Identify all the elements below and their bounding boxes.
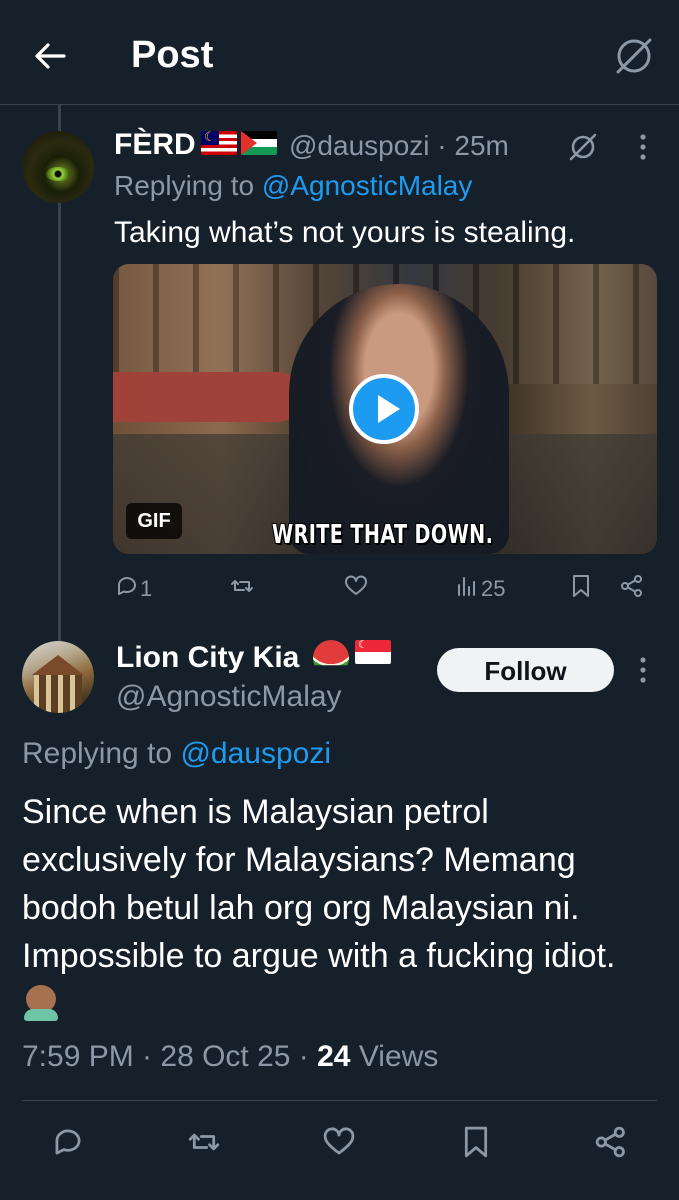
share-button[interactable]: [593, 1124, 629, 1166]
avatar[interactable]: [22, 641, 94, 713]
views-button[interactable]: 25: [455, 572, 505, 606]
mention-link[interactable]: @AgnosticMalay: [262, 170, 473, 201]
play-button-icon[interactable]: [349, 374, 419, 444]
post-time: 7:59 PM · 28 Oct 25 ·: [22, 1040, 318, 1073]
like-button[interactable]: [343, 572, 369, 606]
back-arrow-icon[interactable]: [30, 36, 70, 76]
display-name[interactable]: Lion City Kia: [116, 641, 299, 675]
reply-button[interactable]: 1: [114, 572, 152, 606]
singapore-flag-icon: [355, 638, 391, 664]
reply-icon: [114, 573, 140, 605]
malaysia-flag-icon: [201, 129, 237, 155]
replying-to: Replying to @AgnosticMalay: [114, 170, 473, 201]
share-button[interactable]: [619, 572, 645, 606]
repost-icon: [229, 573, 255, 605]
handle[interactable]: @AgnosticMalay: [116, 680, 342, 714]
display-name[interactable]: FÈRD: [114, 128, 196, 162]
share-icon: [619, 573, 645, 605]
more-options-icon[interactable]: [633, 655, 653, 685]
follow-button[interactable]: Follow: [437, 648, 614, 692]
bookmark-icon: [568, 573, 594, 605]
repost-button[interactable]: [186, 1124, 222, 1166]
share-icon: [593, 1124, 629, 1166]
heart-icon: [321, 1124, 357, 1166]
post-meta: 7:59 PM · 28 Oct 25 · 24 Views: [22, 1040, 438, 1074]
name-flag-emojis: [201, 128, 277, 156]
divider: [22, 1100, 657, 1101]
grok-icon[interactable]: [612, 34, 656, 78]
gif-badge: GIF: [126, 503, 182, 539]
page-title: Post: [131, 34, 214, 76]
avatar[interactable]: [22, 131, 94, 203]
name-emojis: [313, 638, 391, 666]
palestine-flag-icon: [241, 130, 277, 155]
tweet-text: Taking what’s not yours is stealing.: [114, 216, 576, 249]
more-options-icon[interactable]: [633, 132, 653, 162]
bookmark-button[interactable]: [568, 572, 594, 606]
replying-to: Replying to @dauspozi: [22, 737, 331, 770]
watermelon-icon: [313, 640, 349, 666]
repost-icon: [186, 1124, 222, 1166]
views-count: 25: [481, 576, 506, 601]
grok-icon[interactable]: [566, 130, 600, 164]
repost-button[interactable]: [229, 572, 255, 606]
reply-button[interactable]: [50, 1124, 86, 1166]
mention-link[interactable]: @dauspozi: [180, 737, 331, 770]
bookmark-button[interactable]: [458, 1124, 494, 1166]
views-count: 24: [317, 1040, 351, 1073]
like-button[interactable]: [321, 1124, 357, 1166]
tweet-text: Since when is Malaysian petrol exclusive…: [22, 788, 662, 1028]
tweet-text-body: Since when is Malaysian petrol exclusive…: [22, 793, 616, 975]
gif-caption: WRITE THAT DOWN.: [272, 520, 494, 550]
heart-icon: [343, 573, 369, 605]
views-icon: [455, 573, 481, 605]
reply-count: 1: [140, 576, 153, 601]
bookmark-icon: [458, 1124, 494, 1166]
reply-icon: [50, 1124, 86, 1166]
top-bar: [0, 0, 679, 105]
views-label: Views: [350, 1040, 439, 1073]
facepalm-emoji-icon: [22, 983, 60, 1021]
handle-and-time[interactable]: @dauspozi · 25m: [289, 130, 509, 162]
